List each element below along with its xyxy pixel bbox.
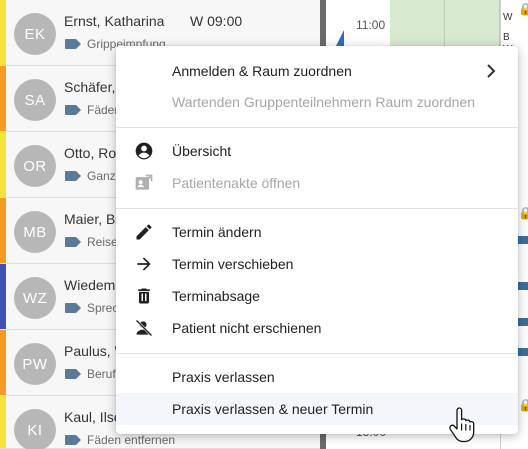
menu-divider	[116, 208, 518, 209]
calendar-column-letter: W	[503, 12, 513, 23]
lock-icon: 🔒	[518, 398, 528, 412]
menu-divider	[116, 127, 518, 128]
appointment-type-label: Fäden entfernen	[87, 433, 176, 447]
avatar: WZ	[14, 277, 56, 319]
menu-item-no-show[interactable]: Patient nicht erschienen	[116, 312, 518, 344]
avatar: KI	[14, 409, 56, 449]
status-stripe	[0, 132, 6, 197]
status-stripe	[0, 0, 6, 65]
menu-item-label: Anmelden & Raum zuordnen	[172, 63, 352, 79]
avatar: PW	[14, 343, 56, 385]
chevron-right-icon	[487, 64, 496, 78]
label-icon	[65, 39, 81, 49]
menu-item-label: Übersicht	[172, 143, 232, 159]
avatar: MB	[14, 211, 56, 253]
menu-item-label: Termin ändern	[172, 224, 262, 240]
account-circle-icon	[135, 142, 153, 160]
label-icon	[65, 171, 81, 181]
menu-item-edit-appointment[interactable]: Termin ändern	[116, 216, 518, 248]
lock-icon: 🔒	[518, 2, 528, 16]
arrow-right-icon	[137, 257, 151, 271]
status-stripe	[0, 264, 6, 329]
status-stripe	[0, 396, 6, 448]
avatar: SA	[14, 79, 56, 121]
menu-item-label: Praxis verlassen	[172, 369, 275, 385]
menu-item-overview[interactable]: Übersicht	[116, 135, 518, 167]
menu-item-cancel-appointment[interactable]: Terminabsage	[116, 280, 518, 312]
appointment-time: W 09:00	[190, 13, 243, 29]
menu-item-label: Patientenakte öffnen	[172, 175, 301, 191]
label-icon	[65, 303, 81, 313]
menu-item-label: Termin verschieben	[172, 256, 294, 272]
calendar-column-letter: B	[503, 32, 510, 43]
calendar-time-label: 11:00	[356, 18, 386, 32]
avatar: EK	[14, 13, 56, 55]
context-menu: Anmelden & Raum zuordnen Wartenden Grupp…	[116, 46, 518, 434]
patient-name: Kaul, Ilse	[64, 409, 122, 425]
menu-item-label: Terminabsage	[172, 288, 260, 304]
menu-item-open-patient-record[interactable]: Patientenakte öffnen	[116, 167, 518, 199]
status-stripe	[0, 66, 6, 131]
menu-item-label: Wartenden Gruppenteilnehmern Raum zuordn…	[172, 94, 475, 110]
menu-item-assign-room-group[interactable]: Wartenden Gruppenteilnehmern Raum zuordn…	[116, 86, 518, 118]
menu-item-check-in-assign-room[interactable]: Anmelden & Raum zuordnen	[116, 55, 518, 87]
hand-cursor-icon	[449, 407, 475, 443]
status-stripe	[0, 198, 6, 263]
menu-item-label: Patient nicht erschienen	[172, 320, 322, 336]
avatar: OR	[14, 145, 56, 187]
menu-item-move-appointment[interactable]: Termin verschieben	[116, 248, 518, 280]
menu-item-label: Praxis verlassen & neuer Termin	[172, 401, 374, 417]
label-icon	[65, 237, 81, 247]
appointment-type: Fäden entfernen	[65, 433, 175, 447]
trash-icon	[138, 288, 150, 304]
menu-divider	[116, 353, 518, 354]
patient-record-icon	[135, 174, 153, 190]
menu-item-leave-practice[interactable]: Praxis verlassen	[116, 361, 518, 393]
label-icon	[65, 105, 81, 115]
pencil-icon	[136, 224, 152, 240]
lock-icon: 🔒	[518, 206, 528, 220]
label-icon	[65, 435, 81, 445]
label-icon	[65, 369, 81, 379]
person-off-icon	[135, 319, 153, 337]
status-stripe	[0, 330, 6, 395]
patient-name: Ernst, Katharina	[64, 13, 165, 29]
